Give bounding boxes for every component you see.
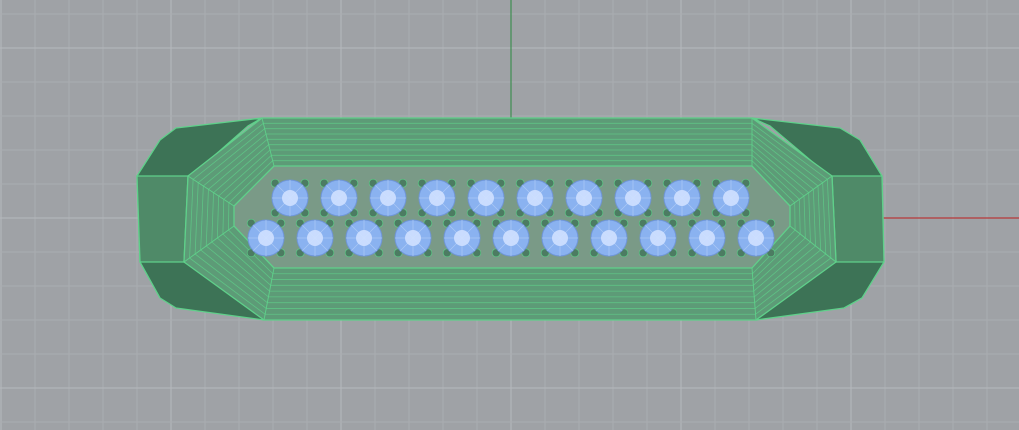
gemstone-table [625,190,641,206]
gemstone-table [331,190,347,206]
gemstone-table [282,190,298,206]
gemstone-table [723,190,739,206]
gemstone-table [380,190,396,206]
gemstone-table [552,230,568,246]
gemstone-table [650,230,666,246]
gemstone[interactable] [394,219,432,257]
3d-viewport[interactable] [0,0,1019,430]
gemstone[interactable] [369,179,407,217]
ring-left-shank-face [136,175,189,263]
viewport-canvas[interactable] [0,0,1019,430]
gemstone[interactable] [688,219,726,257]
gemstone[interactable] [345,219,383,257]
gemstone[interactable] [712,179,750,217]
gemstone[interactable] [516,179,554,217]
gemstone[interactable] [639,219,677,257]
gemstone-table [576,190,592,206]
gemstone[interactable] [271,179,309,217]
gemstone[interactable] [320,179,358,217]
gemstone-table [405,230,421,246]
ring-right-shank-face [831,175,885,263]
gemstone-table [454,230,470,246]
gemstone[interactable] [443,219,481,257]
ring-model[interactable] [136,117,885,321]
gemstone-table [429,190,445,206]
gemstone-table [478,190,494,206]
gemstone-table [356,230,372,246]
gemstone[interactable] [590,219,628,257]
gemstone[interactable] [247,219,285,257]
gemstone[interactable] [296,219,334,257]
gemstone[interactable] [565,179,603,217]
gemstone[interactable] [541,219,579,257]
gemstone-table [601,230,617,246]
gemstone[interactable] [467,179,505,217]
gemstone-table [258,230,274,246]
gemstone[interactable] [492,219,530,257]
gemstone[interactable] [418,179,456,217]
gemstone-table [699,230,715,246]
gemstone-table [674,190,690,206]
gemstone[interactable] [663,179,701,217]
gemstone[interactable] [737,219,775,257]
gemstone-table [307,230,323,246]
gemstone-table [748,230,764,246]
gemstone-table [527,190,543,206]
gemstone-table [503,230,519,246]
gemstone[interactable] [614,179,652,217]
